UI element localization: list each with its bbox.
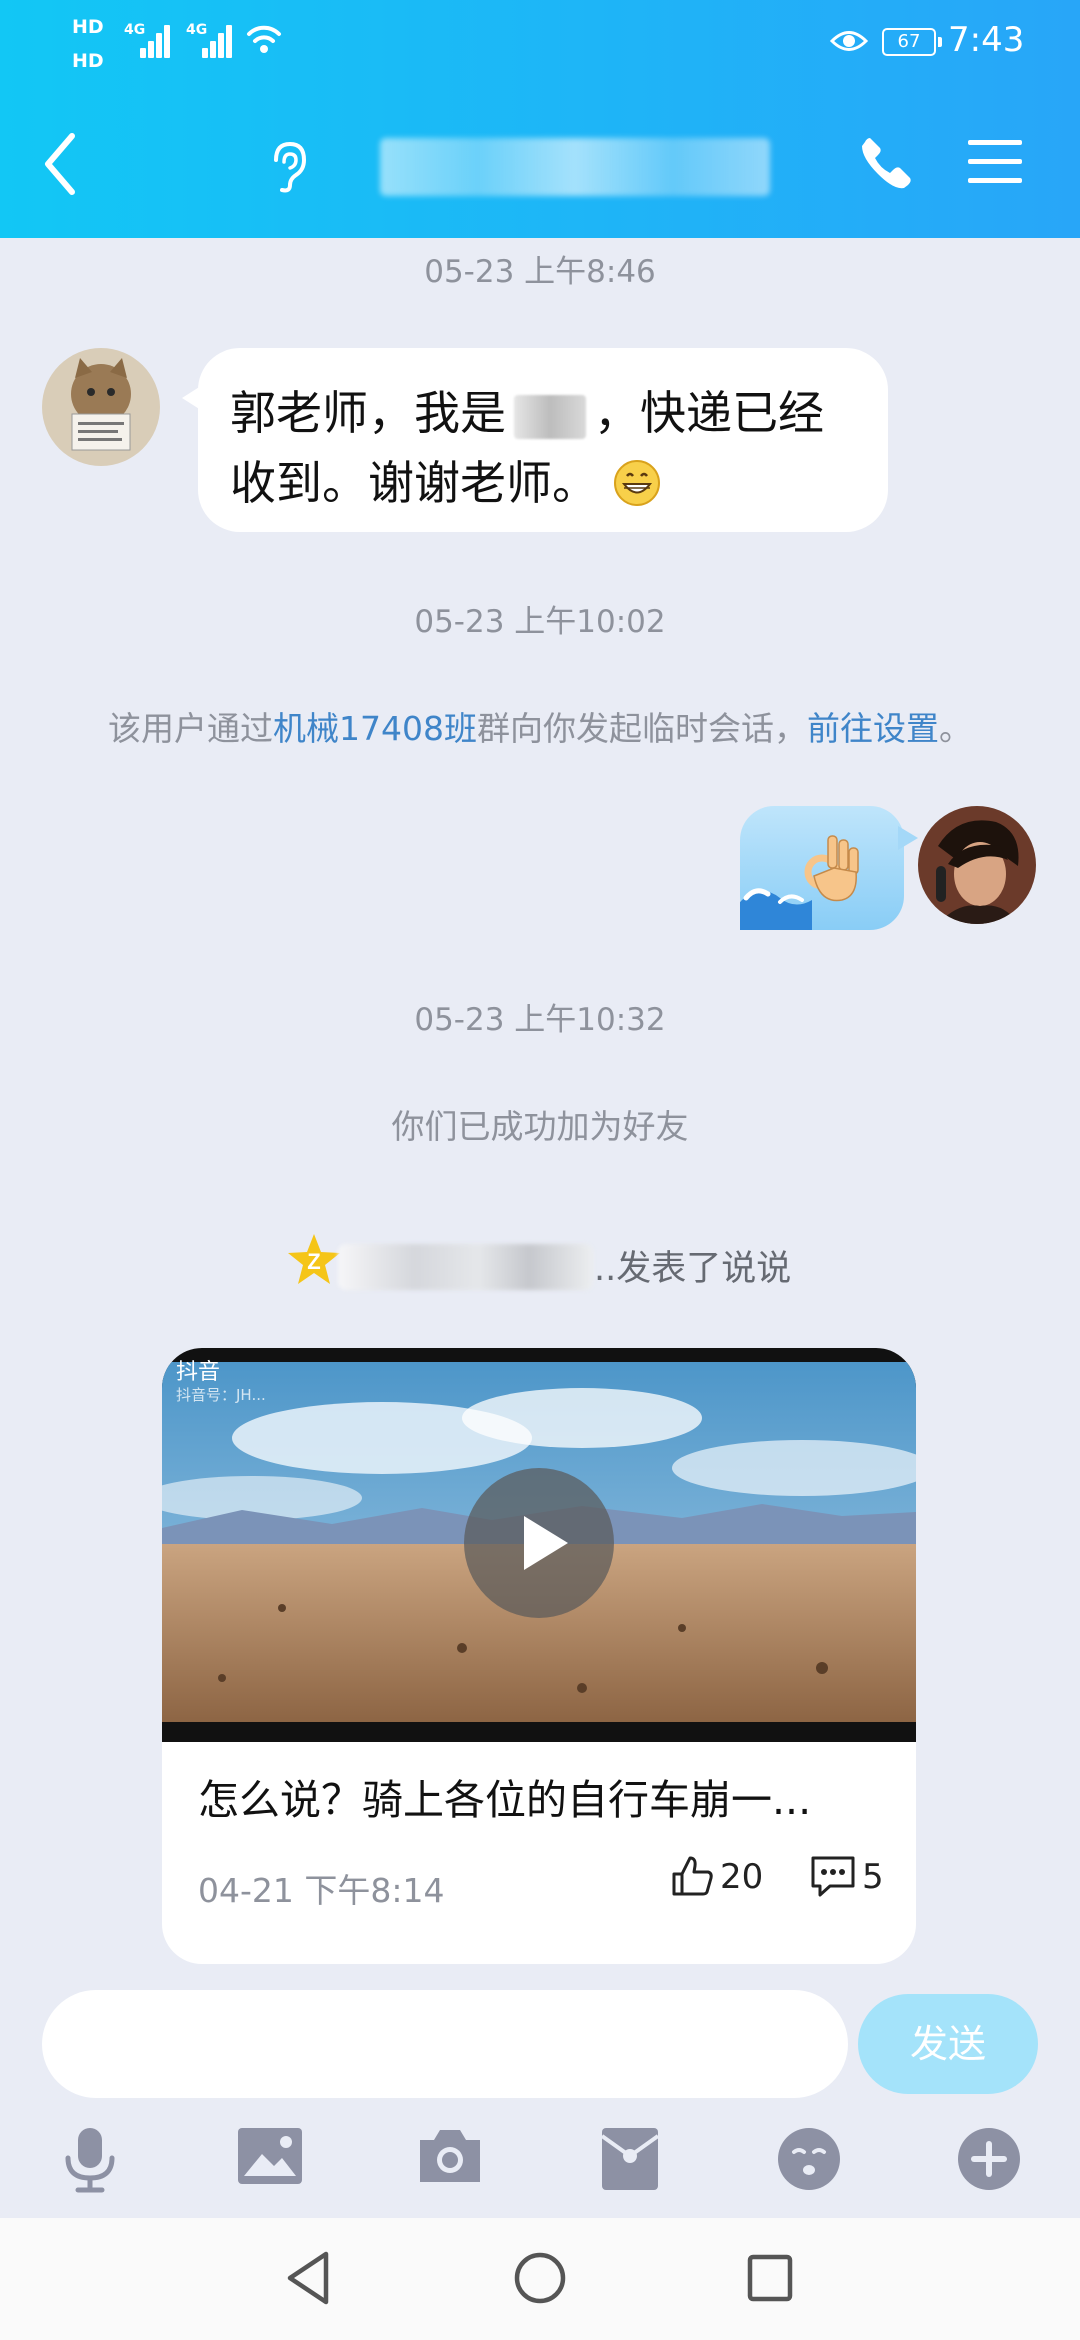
microphone-icon[interactable]: [64, 2126, 116, 2194]
thumbs-up-icon: [672, 1856, 713, 1896]
comment-button[interactable]: 5: [810, 1854, 884, 1898]
top-header: HD HD 4G 4G 67 7:43: [0, 0, 1080, 238]
qzone-post-text: ..发表了说说: [594, 1249, 792, 1289]
video-thumbnail[interactable]: 抖音 抖音号：JH...: [162, 1348, 916, 1742]
qzone-star-icon: Z: [288, 1234, 340, 1284]
status-bar: HD HD 4G 4G 67 7:43: [0, 0, 1080, 90]
incoming-message-bubble[interactable]: 郭老师，我是 ，快递已经收到。谢谢老师。: [182, 348, 888, 532]
notice-text: 群向你发起临时会话，: [476, 709, 807, 748]
comment-icon: [811, 1856, 855, 1897]
like-button[interactable]: 20: [670, 1854, 763, 1898]
blurred-name: [514, 394, 586, 439]
image-icon[interactable]: [236, 2126, 304, 2186]
cat-avatar-image: [42, 348, 160, 466]
system-notice: 该用户通过机械17408班群向你发起临时会话，前往设置。: [0, 702, 1080, 750]
status-time: 7:43: [948, 20, 1025, 60]
recents-square-icon[interactable]: [744, 2248, 796, 2308]
chat-title-blurred: [380, 138, 770, 196]
goto-settings-link[interactable]: 前往设置: [807, 709, 939, 748]
camera-icon[interactable]: [416, 2126, 484, 2186]
comment-count: 5: [862, 1857, 884, 1897]
home-circle-icon[interactable]: [512, 2248, 568, 2308]
signal-icon: [202, 22, 234, 58]
battery-icon: 67: [882, 28, 942, 56]
my-avatar[interactable]: [918, 806, 1036, 924]
input-toolbar: [0, 2112, 1080, 2208]
friend-added-notice: 你们已成功加为好友: [391, 1107, 689, 1146]
system-navigation-bar: [0, 2218, 1080, 2340]
emoji-icon[interactable]: [776, 2126, 842, 2192]
signal-icon: [140, 22, 172, 58]
phone-icon[interactable]: [858, 134, 914, 190]
notice-text: 。: [938, 709, 972, 748]
grin-emoji-icon: [613, 460, 660, 506]
message-text: 郭老师，我是: [230, 386, 506, 440]
play-button-icon[interactable]: [464, 1468, 614, 1618]
tiktok-watermark: 抖音: [176, 1360, 221, 1385]
hd-indicator: HD: [72, 16, 104, 38]
svg-text:Z: Z: [307, 1249, 320, 1274]
message-timestamp: 05-23 上午8:46: [424, 254, 656, 290]
menu-icon[interactable]: [968, 138, 1022, 186]
message-timestamp: 05-23 上午10:02: [414, 604, 666, 640]
plus-icon[interactable]: [956, 2126, 1022, 2192]
back-triangle-icon[interactable]: [282, 2248, 334, 2308]
hd-indicator: HD: [72, 50, 104, 72]
red-packet-icon[interactable]: [600, 2126, 660, 2192]
eye-comfort-icon: [830, 31, 868, 51]
contact-avatar[interactable]: [42, 348, 160, 466]
back-icon[interactable]: [40, 128, 80, 200]
blurred-friend-name: [338, 1244, 593, 1290]
shared-video-card[interactable]: 抖音 抖音号：JH... 怎么说？骑上各位的自行车崩一... 04-21 下午8…: [162, 1348, 916, 1964]
ear-icon[interactable]: [268, 140, 310, 194]
post-title: 怎么说？骑上各位的自行车崩一...: [198, 1776, 812, 1824]
like-count: 20: [720, 1857, 764, 1897]
send-button[interactable]: 发送: [858, 1994, 1038, 2094]
message-timestamp: 05-23 上午10:32: [414, 1002, 666, 1038]
tiktok-id: 抖音号：JH...: [176, 1386, 266, 1404]
group-link[interactable]: 机械17408班: [273, 709, 477, 748]
notice-text: 该用户通过: [108, 709, 273, 748]
message-input[interactable]: [42, 1990, 848, 2098]
post-date: 04-21 下午8:14: [198, 1871, 445, 1910]
ok-hand-sticker-icon: [740, 835, 859, 930]
wifi-icon: [247, 25, 281, 53]
outgoing-sticker-bubble[interactable]: [740, 806, 918, 930]
user-photo-avatar: [918, 806, 1036, 924]
